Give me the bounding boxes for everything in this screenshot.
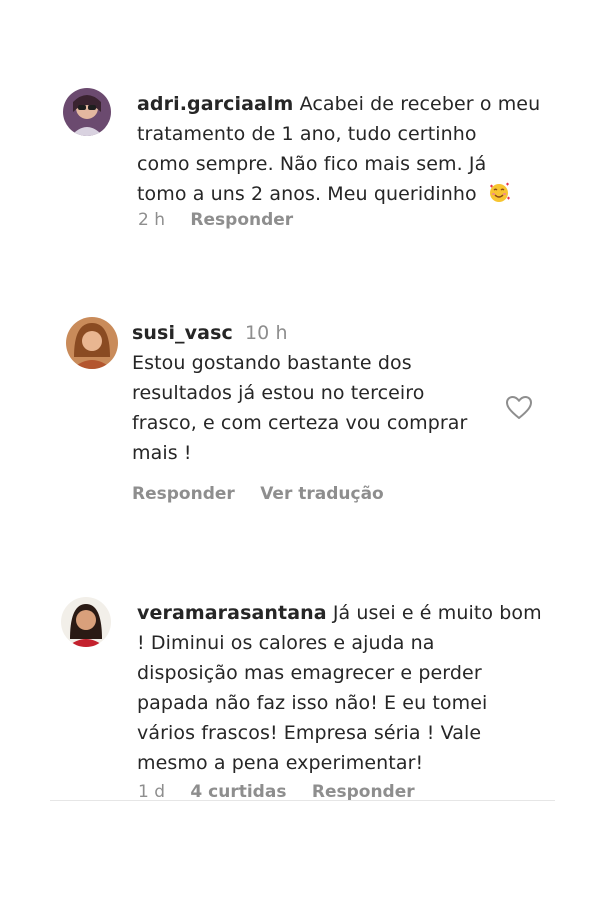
avatar[interactable] — [61, 597, 111, 647]
comment-line: Estou gostando bastante dos — [132, 352, 412, 374]
smiling-face-with-hearts-icon — [487, 181, 511, 203]
comment-line: frasco, e com certeza vou comprar — [132, 412, 468, 434]
comment-line: mesmo a pena experimentar! — [137, 752, 424, 774]
comment-line: tratamento de 1 ano, tudo certinho — [137, 123, 477, 145]
comment-line: tomo a uns 2 anos. Meu queridinho — [137, 183, 477, 205]
comment-time: 10 h — [244, 322, 288, 344]
comment-line: Já usei e é muito bom — [332, 602, 542, 624]
username[interactable]: susi_vasc — [132, 322, 233, 344]
username[interactable]: adri.garciaalm — [137, 93, 293, 115]
comment-line: mais ! — [132, 442, 192, 464]
heart-icon[interactable] — [505, 395, 533, 421]
comment-line: como sempre. Não fico mais sem. Já — [137, 153, 487, 175]
reply-button[interactable]: Responder — [312, 782, 415, 802]
comment-text: susi_vasc 10 h Estou gostando bastante d… — [132, 318, 467, 468]
comment-text: veramarasantana Já usei e é muito bom ! … — [137, 598, 542, 778]
comment-meta: 1 d 4 curtidas Responder — [138, 782, 435, 802]
username[interactable]: veramarasantana — [137, 602, 327, 624]
comment-time: 1 d — [138, 782, 166, 802]
comment-line: papada não faz isso não! E eu tomei — [137, 692, 488, 714]
comment-meta: 2 h Responder — [138, 210, 313, 230]
comment-line: Acabei de receber o meu — [299, 93, 541, 115]
avatar[interactable] — [66, 317, 118, 369]
reply-button[interactable]: Responder — [190, 210, 293, 230]
reply-button[interactable]: Responder — [132, 484, 235, 504]
comment-line: vários frascos! Empresa séria ! Vale — [137, 722, 482, 744]
translate-button[interactable]: Ver tradução — [260, 484, 384, 504]
comment-meta: Responder Ver tradução — [132, 484, 404, 504]
comment-line: resultados já estou no terceiro — [132, 382, 425, 404]
likes-count[interactable]: 4 curtidas — [190, 782, 286, 802]
comment-time: 2 h — [138, 210, 165, 230]
comment-line: ! Diminui os calores e ajuda na — [137, 632, 435, 654]
divider — [50, 800, 555, 801]
comment-text: adri.garciaalm Acabei de receber o meu t… — [137, 89, 540, 209]
avatar[interactable] — [63, 88, 111, 136]
comment-line: disposição mas emagrecer e perder — [137, 662, 482, 684]
